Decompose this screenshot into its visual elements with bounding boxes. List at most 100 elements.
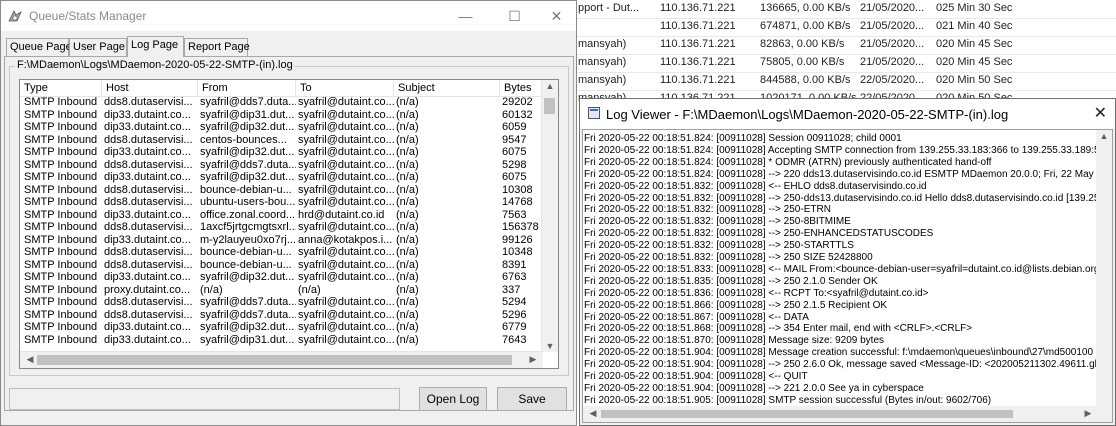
log-viewer-window: Log Viewer - F:\MDaemon\Logs\MDaemon-202… bbox=[579, 98, 1116, 426]
tab-queue-page[interactable]: Queue Page bbox=[6, 38, 72, 56]
connection-cell: 844588, 0.00 KB/s bbox=[760, 74, 851, 86]
table-row[interactable]: SMTP Inbound dip33.dutaint.co... m-y2lauye… bbox=[20, 233, 543, 246]
log-line: Fri 2020-05-22 00:18:51.904: [00911028] … bbox=[584, 371, 808, 382]
log-entries-list[interactable]: Type Host From To Subject Bytes SMTP Inb… bbox=[19, 79, 559, 369]
table-cell: syafril@dutaint.co... bbox=[298, 196, 394, 208]
table-row[interactable]: SMTP Inbound dip33.dutaint.co... syafril@d… bbox=[20, 171, 543, 183]
table-cell: 6779 bbox=[502, 321, 527, 333]
column-header-to[interactable]: To bbox=[296, 80, 394, 96]
scroll-up-arrow-icon[interactable]: ▲ bbox=[542, 81, 558, 91]
background-connections-list: pport - Dut... 110.136.71.221 136665, 0.00… bbox=[560, 0, 1116, 109]
table-row[interactable]: SMTP Inbound dds8.dutaservisi... ubuntu-us… bbox=[20, 196, 543, 208]
table-cell: syafril@dip32.dut... bbox=[200, 171, 295, 183]
table-row[interactable]: SMTP Inbound dds8.dutaservisi... syafril@d… bbox=[20, 96, 543, 108]
table-cell: bounce-debian-u... bbox=[200, 183, 292, 196]
tab-report-page[interactable]: Report Page bbox=[184, 38, 250, 56]
log-line: Fri 2020-05-22 00:18:51.832: [00911028] … bbox=[584, 204, 831, 216]
minimize-button[interactable]: — bbox=[443, 1, 488, 31]
column-header-host[interactable]: Host bbox=[102, 80, 198, 96]
table-row[interactable]: SMTP Inbound dip33.dutaint.co... syafril@d… bbox=[20, 146, 543, 158]
table-cell: SMTP Inbound bbox=[24, 183, 98, 196]
table-cell: 337 bbox=[502, 283, 521, 296]
table-cell: proxy.dutaint.co... bbox=[104, 283, 191, 296]
table-row[interactable]: SMTP Inbound proxy.dutaint.co... (n/a) (n/a… bbox=[20, 283, 543, 296]
scroll-left-arrow-icon[interactable]: ◀ bbox=[22, 354, 38, 365]
connection-cell: pport - Dut... bbox=[578, 2, 640, 14]
horizontal-scrollbar[interactable]: ◀ ▶ bbox=[20, 351, 543, 368]
table-cell: SMTP Inbound bbox=[24, 333, 98, 346]
save-button[interactable]: Save bbox=[497, 387, 567, 411]
table-cell: SMTP Inbound bbox=[24, 283, 98, 296]
log-line: Fri 2020-05-22 00:18:51.832: [00911028] … bbox=[584, 180, 927, 192]
log-horizontal-scrollbar[interactable]: ◀ ▶ bbox=[583, 406, 1112, 422]
tab-log-page[interactable]: Log Page bbox=[127, 36, 184, 57]
table-row[interactable]: SMTP Inbound dds8.dutaservisi... 1axcf5jrt… bbox=[20, 221, 543, 233]
log-line: Fri 2020-05-22 00:18:51.870: [00911028] … bbox=[584, 335, 885, 347]
tab-user-page[interactable]: User Page bbox=[69, 38, 127, 56]
log-scroll-up-arrow-icon[interactable]: ▲ bbox=[1096, 131, 1112, 141]
log-text-area[interactable]: Fri 2020-05-22 00:18:51.824: [00911028] … bbox=[582, 129, 1113, 423]
table-cell: syafril@dutaint.co... bbox=[298, 121, 394, 133]
column-header-type[interactable]: Type bbox=[20, 80, 102, 96]
table-cell: (n/a) bbox=[396, 196, 419, 208]
connection-row[interactable]: mansyah) 110.136.71.221 82863, 0.00 KB/s 21… bbox=[560, 36, 1116, 55]
log-line: Fri 2020-05-22 00:18:51.904: [00911028] … bbox=[584, 382, 924, 394]
log-file-path-label: F:\MDaemon\Logs\MDaemon-2020-05-22-SMTP-… bbox=[15, 59, 295, 71]
table-cell: syafril@dutaint.co... bbox=[298, 308, 394, 321]
log-horizontal-scroll-thumb[interactable] bbox=[601, 410, 1013, 418]
vertical-scrollbar[interactable]: ▲ ▼ bbox=[541, 80, 558, 352]
title-bar[interactable]: Queue/Stats Manager — ☐ ✕ bbox=[1, 1, 576, 31]
table-row[interactable]: SMTP Inbound dip33.dutaint.co... syafril@d… bbox=[20, 121, 543, 133]
log-viewer-title-bar[interactable]: Log Viewer - F:\MDaemon\Logs\MDaemon-202… bbox=[580, 99, 1115, 129]
log-scroll-left-arrow-icon[interactable]: ◀ bbox=[585, 408, 601, 419]
table-cell: (n/a) bbox=[396, 208, 419, 221]
table-row[interactable]: SMTP Inbound dip33.dutaint.co... syafril@d… bbox=[20, 108, 543, 121]
log-viewer-close-button[interactable]: ✕ bbox=[1094, 103, 1107, 123]
table-cell: syafril@dds7.duta... bbox=[200, 308, 296, 321]
connection-row[interactable]: mansyah) 110.136.71.221 75805, 0.00 KB/s 21… bbox=[560, 54, 1116, 73]
close-button[interactable]: ✕ bbox=[534, 1, 579, 31]
table-cell: 7643 bbox=[502, 333, 527, 346]
table-cell: SMTP Inbound bbox=[24, 221, 98, 233]
table-row[interactable]: SMTP Inbound dip33.dutaint.co... syafril@d… bbox=[20, 321, 543, 333]
table-row[interactable]: SMTP Inbound dds8.dutaservisi... bounce-de… bbox=[20, 258, 543, 271]
table-row[interactable]: SMTP Inbound dds8.dutaservisi... centos-bo… bbox=[20, 134, 543, 146]
log-scroll-right-arrow-icon[interactable]: ▶ bbox=[1080, 408, 1096, 419]
table-cell: dds8.dutaservisi... bbox=[104, 308, 193, 321]
table-cell: SMTP Inbound bbox=[24, 246, 98, 258]
column-header-from[interactable]: From bbox=[198, 80, 296, 96]
table-cell: dip33.dutaint.co... bbox=[104, 321, 191, 333]
table-row[interactable]: SMTP Inbound dip33.dutaint.co... office.zo… bbox=[20, 208, 543, 221]
log-viewer-title: Log Viewer - F:\MDaemon\Logs\MDaemon-202… bbox=[606, 107, 1009, 122]
column-header-bytes[interactable]: Bytes bbox=[500, 80, 543, 96]
table-cell: SMTP Inbound bbox=[24, 233, 98, 246]
table-cell: office.zonal.coord... bbox=[200, 208, 296, 221]
connection-row[interactable]: pport - Dut... 110.136.71.221 136665, 0.00… bbox=[560, 0, 1116, 19]
table-cell: dip33.dutaint.co... bbox=[104, 121, 191, 133]
connection-row[interactable]: 110.136.71.221 674871, 0.00 KB/s 21/05/202… bbox=[560, 18, 1116, 37]
scroll-right-arrow-icon[interactable]: ▶ bbox=[525, 354, 541, 365]
table-cell: 5296 bbox=[502, 308, 527, 321]
table-row[interactable]: SMTP Inbound dds8.dutaservisi... syafril@d… bbox=[20, 296, 543, 308]
column-header-subject[interactable]: Subject bbox=[394, 80, 500, 96]
table-cell: dip33.dutaint.co... bbox=[104, 108, 191, 121]
table-cell: 8391 bbox=[502, 258, 527, 271]
table-cell: syafril@dutaint.co... bbox=[298, 258, 394, 271]
connection-cell: 021 Min 40 Sec bbox=[936, 20, 1013, 32]
table-row[interactable]: SMTP Inbound dip33.dutaint.co... syafril@d… bbox=[20, 271, 543, 283]
connection-cell: 136665, 0.00 KB/s bbox=[760, 2, 851, 14]
table-cell: dip33.dutaint.co... bbox=[104, 333, 191, 346]
table-row[interactable]: SMTP Inbound dip33.dutaint.co... syafril@d… bbox=[20, 333, 543, 346]
connection-row[interactable]: mansyah) 110.136.71.221 844588, 0.00 KB/s 2… bbox=[560, 72, 1116, 91]
open-log-button[interactable]: Open Log bbox=[419, 387, 487, 411]
maximize-button[interactable]: ☐ bbox=[492, 1, 537, 31]
table-row[interactable]: SMTP Inbound dds8.dutaservisi... bounce-de… bbox=[20, 246, 543, 258]
scroll-thumb[interactable] bbox=[544, 98, 555, 114]
table-row[interactable]: SMTP Inbound dds8.dutaservisi... syafril@d… bbox=[20, 308, 543, 321]
table-row[interactable]: SMTP Inbound dds8.dutaservisi... bounce-de… bbox=[20, 183, 543, 196]
table-row[interactable]: SMTP Inbound dds8.dutaservisi... syafril@d… bbox=[20, 159, 543, 171]
connection-cell: mansyah) bbox=[578, 56, 627, 68]
horizontal-scroll-thumb[interactable] bbox=[37, 355, 512, 365]
scroll-down-arrow-icon[interactable]: ▼ bbox=[542, 341, 558, 351]
log-vertical-scrollbar[interactable]: ▲ bbox=[1096, 130, 1112, 406]
